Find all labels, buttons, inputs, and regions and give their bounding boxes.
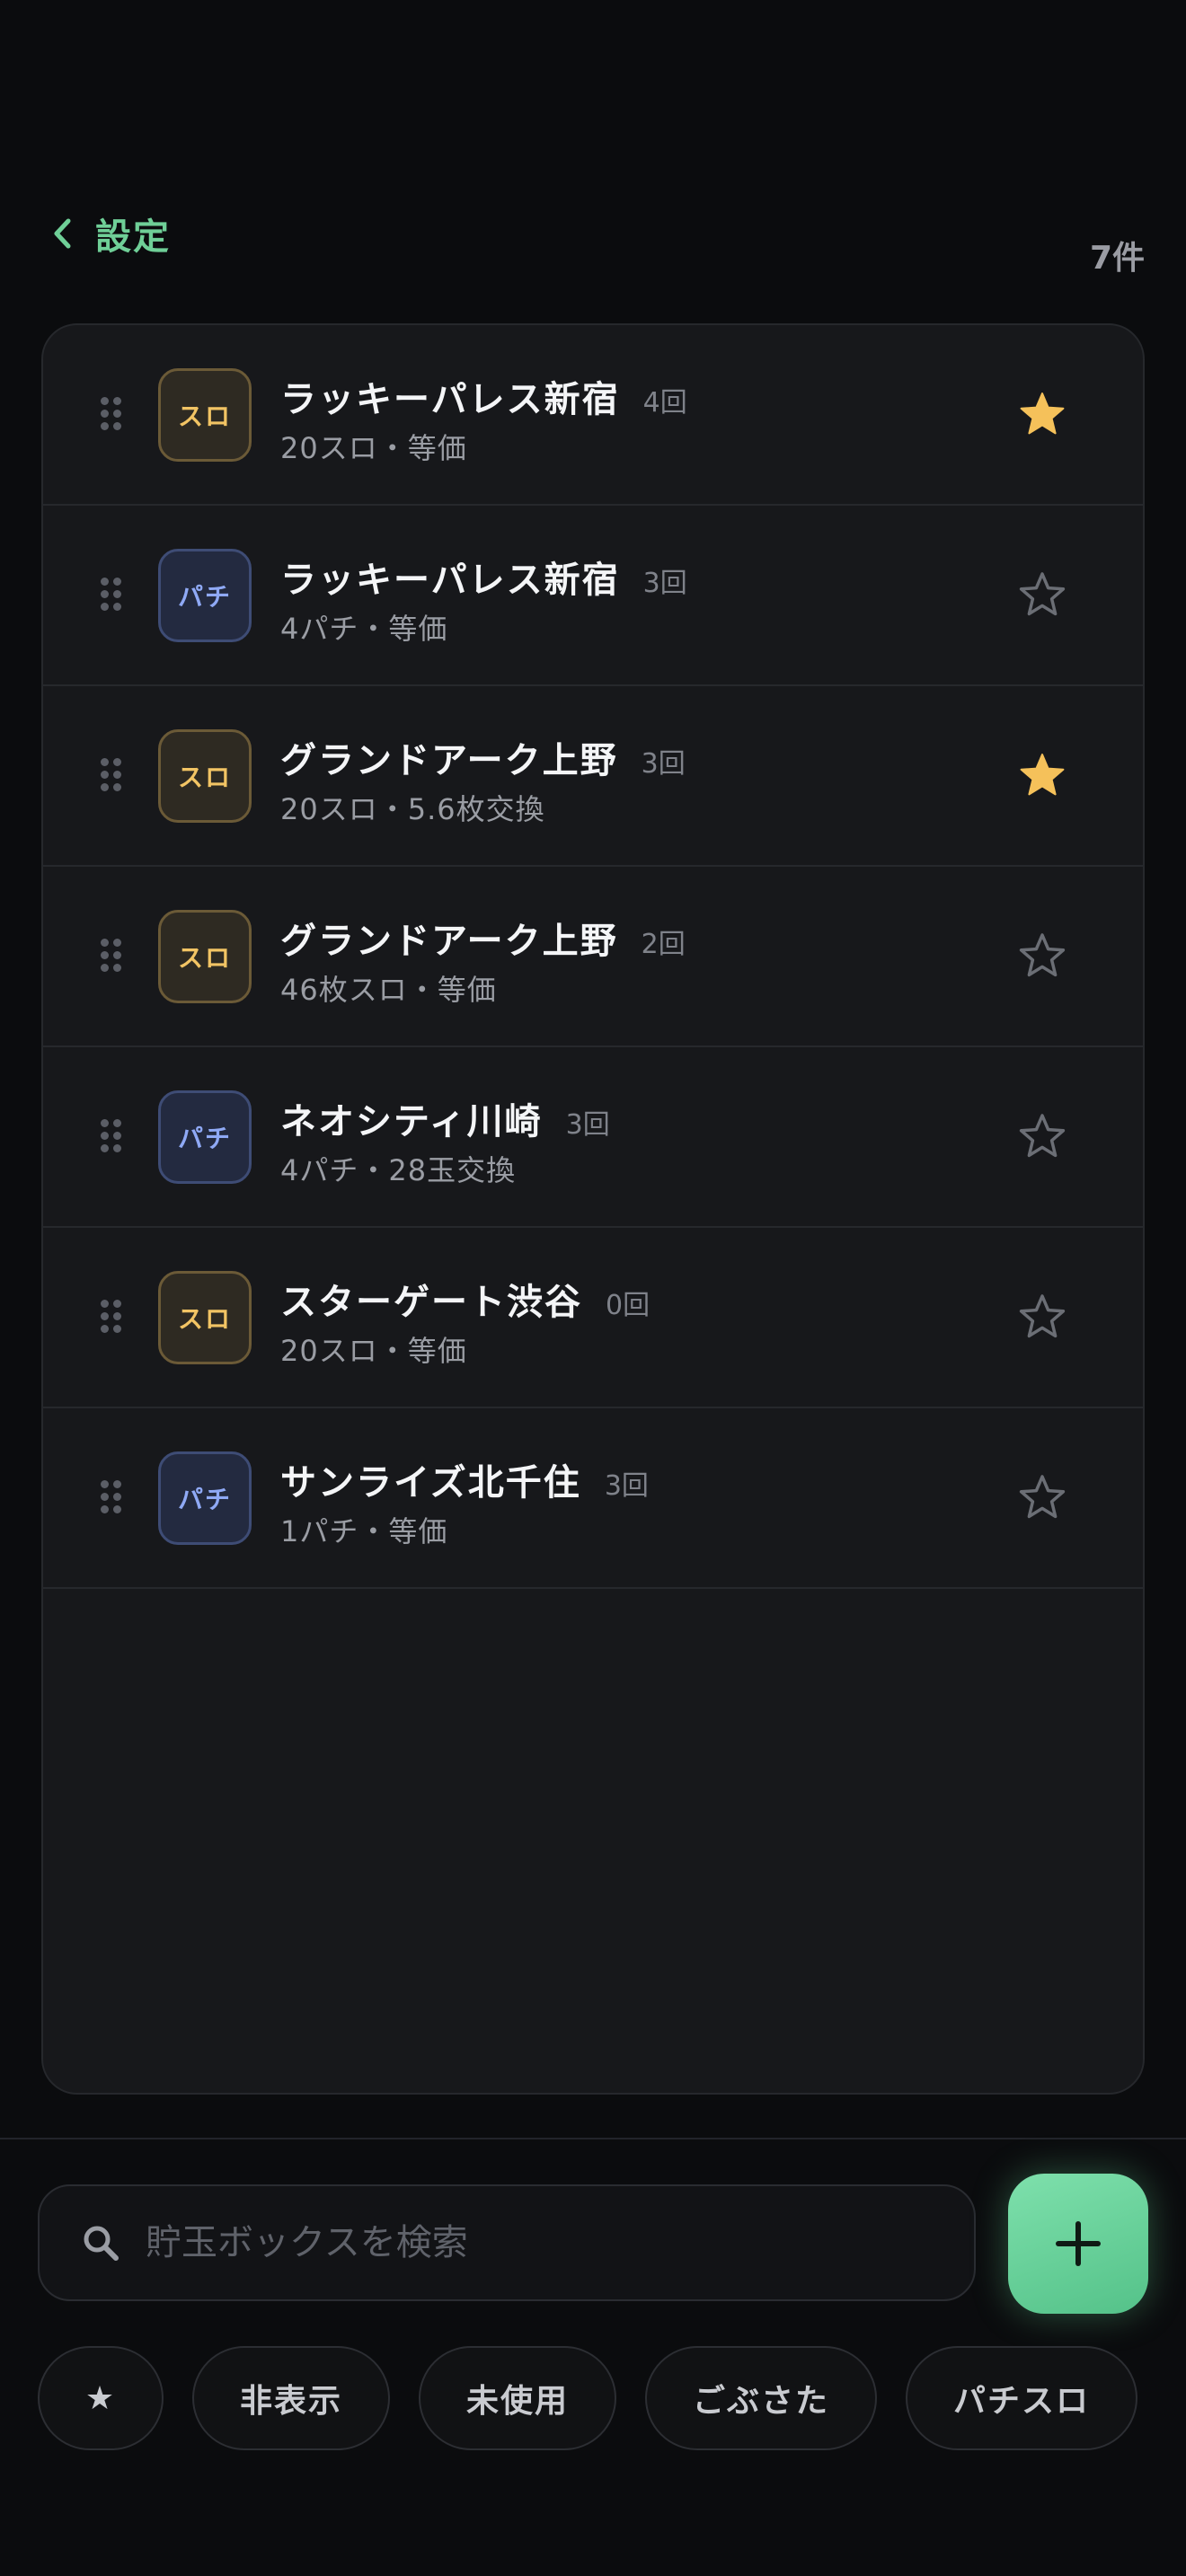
shop-name: ネオシティ川崎 bbox=[280, 1101, 543, 1142]
type-badge: パチ bbox=[158, 1451, 252, 1545]
list-item[interactable]: スロ グランドアーク上野 3回 20スロ・5.6枚交換 bbox=[43, 686, 1143, 867]
drag-handle-icon[interactable] bbox=[101, 397, 122, 431]
list-item[interactable]: スロ グランドアーク上野 2回 46枚スロ・等価 bbox=[43, 867, 1143, 1047]
visit-count: 4回 bbox=[642, 387, 687, 419]
visit-count: 2回 bbox=[641, 929, 686, 960]
star-outline-icon[interactable] bbox=[1017, 1292, 1067, 1343]
rate-info: 20スロ・5.6枚交換 bbox=[280, 792, 545, 826]
item-count: 7件 bbox=[1089, 240, 1145, 277]
search-input[interactable] bbox=[146, 2222, 974, 2263]
shop-name: ラッキーパレス新宿 bbox=[280, 379, 620, 420]
row-title: ラッキーパレス新宿 4回 bbox=[280, 370, 687, 422]
rate-info: 46枚スロ・等価 bbox=[280, 973, 497, 1007]
drag-handle-icon[interactable] bbox=[101, 758, 122, 792]
type-badge: パチ bbox=[158, 1090, 252, 1184]
visit-count: 3回 bbox=[565, 1109, 610, 1141]
visit-count: 3回 bbox=[604, 1470, 649, 1502]
star-outline-icon[interactable] bbox=[1017, 1112, 1067, 1162]
list-item[interactable]: スロ スターゲート渋谷 0回 20スロ・等価 bbox=[43, 1228, 1143, 1408]
add-box-button[interactable] bbox=[1008, 2174, 1148, 2314]
search-bar[interactable] bbox=[38, 2184, 976, 2301]
star-outline-icon[interactable] bbox=[1017, 1473, 1067, 1523]
rate-info: 20スロ・等価 bbox=[280, 431, 467, 465]
star-outline-icon[interactable] bbox=[1017, 570, 1067, 621]
shop-name: グランドアーク上野 bbox=[280, 740, 618, 781]
filter-unused-chip[interactable]: 未使用 bbox=[419, 2346, 616, 2450]
back-button[interactable]: 設定 bbox=[50, 205, 171, 262]
rate-info: 1パチ・等価 bbox=[280, 1514, 448, 1548]
row-title: ネオシティ川崎 3回 bbox=[280, 1092, 610, 1144]
rate-info: 4パチ・等価 bbox=[280, 612, 448, 646]
screen: 設定 7件 スロ ラッキーパレス新宿 4回 20スロ・等価 パチ ラッキーパレス新宿 3回 4… bbox=[0, 0, 1186, 2576]
box-list: スロ ラッキーパレス新宿 4回 20スロ・等価 パチ ラッキーパレス新宿 3回 4パチ・等価ス… bbox=[41, 323, 1145, 2095]
row-title: スターゲート渋谷 0回 bbox=[280, 1273, 650, 1325]
visit-count: 3回 bbox=[641, 748, 686, 780]
row-title: サンライズ北千住 3回 bbox=[280, 1453, 649, 1505]
shop-name: スターゲート渋谷 bbox=[280, 1282, 582, 1323]
list-item[interactable]: スロ ラッキーパレス新宿 4回 20スロ・等価 bbox=[43, 325, 1143, 506]
visit-count: 0回 bbox=[606, 1290, 651, 1321]
back-label: 設定 bbox=[95, 216, 171, 258]
visit-count: 3回 bbox=[642, 568, 687, 599]
plus-icon bbox=[1056, 2221, 1101, 2266]
star-outline-icon[interactable] bbox=[1017, 931, 1067, 982]
drag-handle-icon[interactable] bbox=[101, 578, 122, 612]
row-title: グランドアーク上野 2回 bbox=[280, 912, 686, 964]
chevron-left-icon bbox=[54, 218, 71, 249]
drag-handle-icon[interactable] bbox=[101, 1300, 122, 1334]
filter-long-time-chip[interactable]: ごぶさた bbox=[645, 2346, 877, 2450]
drag-handle-icon[interactable] bbox=[101, 939, 122, 973]
row-title: グランドアーク上野 3回 bbox=[280, 731, 686, 783]
type-badge: スロ bbox=[158, 1271, 252, 1364]
shop-name: グランドアーク上野 bbox=[280, 921, 618, 962]
filter-hidden-chip[interactable]: 非表示 bbox=[192, 2346, 390, 2450]
star-filled-icon[interactable] bbox=[1017, 390, 1067, 440]
star-icon: ★ bbox=[84, 2379, 117, 2417]
row-title: ラッキーパレス新宿 3回 bbox=[280, 551, 687, 603]
type-badge: スロ bbox=[158, 910, 252, 1003]
search-icon bbox=[84, 2226, 119, 2261]
type-badge: スロ bbox=[158, 368, 252, 462]
drag-handle-icon[interactable] bbox=[101, 1119, 122, 1153]
filter-pachislo-chip[interactable]: パチスロ bbox=[906, 2346, 1137, 2450]
star-filled-icon[interactable] bbox=[1017, 751, 1067, 801]
type-badge: パチ bbox=[158, 549, 252, 642]
type-badge: スロ bbox=[158, 729, 252, 823]
drag-handle-icon[interactable] bbox=[101, 1480, 122, 1514]
shop-name: ラッキーパレス新宿 bbox=[280, 560, 620, 601]
rate-info: 4パチ・28玉交換 bbox=[280, 1153, 517, 1187]
filter-favorite-chip[interactable]: ★ bbox=[38, 2346, 164, 2450]
rate-info: 20スロ・等価 bbox=[280, 1334, 467, 1368]
list-item[interactable]: パチ ネオシティ川崎 3回 4パチ・28玉交換 bbox=[43, 1047, 1143, 1228]
list-item[interactable]: パチ ラッキーパレス新宿 3回 4パチ・等価 bbox=[43, 506, 1143, 686]
list-item[interactable]: パチ サンライズ北千住 3回 1パチ・等価 bbox=[43, 1408, 1143, 1589]
shop-name: サンライズ北千住 bbox=[280, 1462, 581, 1504]
divider bbox=[0, 2138, 1186, 2139]
